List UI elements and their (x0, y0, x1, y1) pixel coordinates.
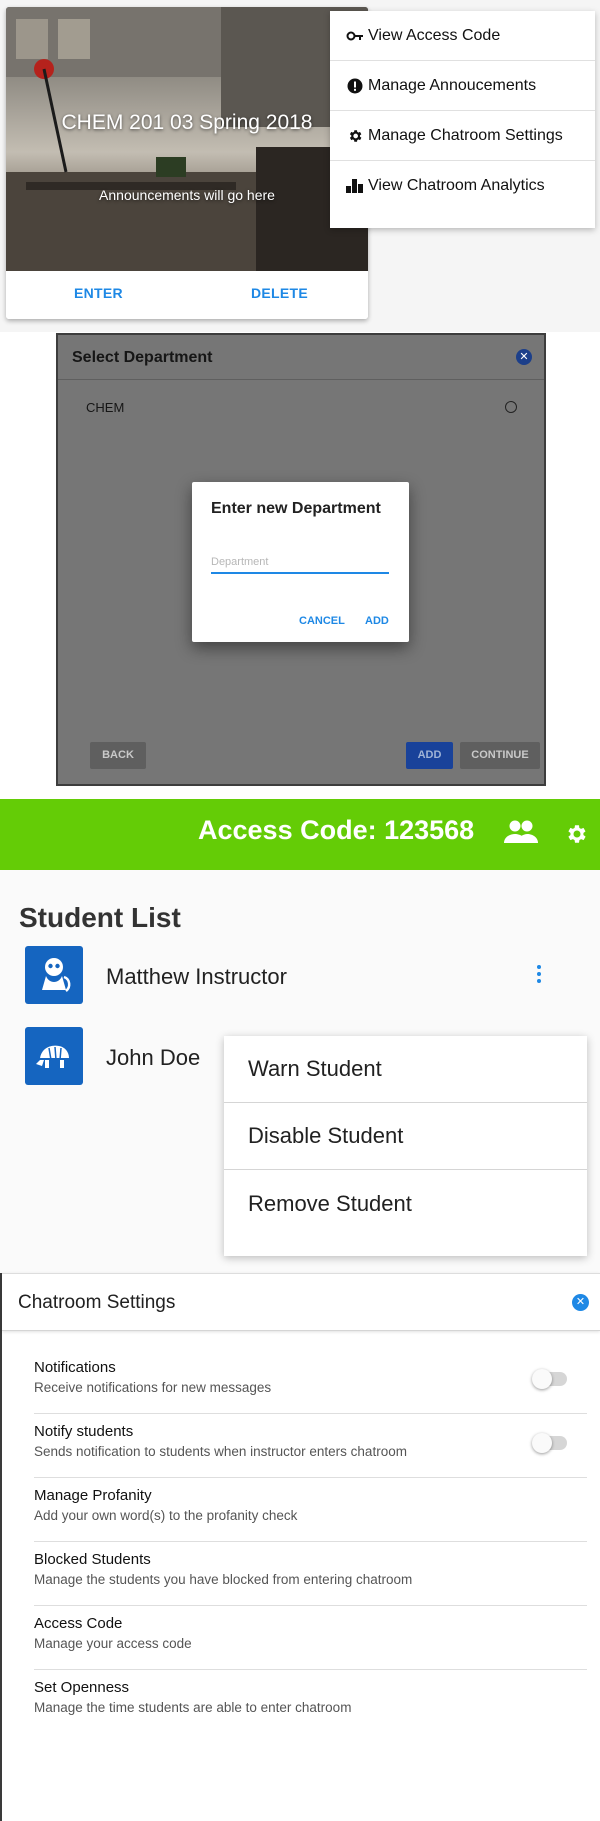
card-actions: ENTER DELETE (6, 271, 368, 319)
menu-item-view-access-code[interactable]: View Access Code (330, 11, 595, 61)
setting-subtitle: Sends notification to students when inst… (34, 1444, 407, 1459)
add-department-button[interactable]: ADD (365, 615, 389, 627)
toggle-knob (532, 1433, 552, 1453)
chatroom-settings-panel: Chatroom Settings ✕ Notifications Receiv… (0, 1273, 600, 1821)
setting-subtitle: Manage your access code (34, 1636, 192, 1651)
toggle-knob (532, 1369, 552, 1389)
setting-title: Notifications (34, 1359, 116, 1376)
student-options-menu: Warn Student Disable Student Remove Stud… (224, 1036, 587, 1256)
key-icon (346, 27, 364, 45)
top-bar: Access Code: 123568 (0, 799, 600, 870)
menu-item-view-chatroom-analytics[interactable]: View Chatroom Analytics (330, 161, 595, 211)
page-title: Student List (19, 902, 181, 933)
setting-set-openness[interactable]: Set Openness Manage the time students ar… (34, 1670, 587, 1734)
notify-students-toggle[interactable] (532, 1433, 567, 1453)
menu-item-label: Manage Annoucements (368, 76, 537, 94)
more-vert-icon[interactable] (532, 964, 546, 984)
settings-header: Chatroom Settings ✕ (2, 1273, 600, 1331)
setting-title: Notify students (34, 1423, 134, 1440)
dialog-title: Enter new Department (211, 500, 381, 517)
menu-item-manage-chatroom-settings[interactable]: Manage Chatroom Settings (330, 111, 595, 161)
setting-subtitle: Manage the time students are able to ent… (34, 1700, 352, 1715)
notifications-toggle[interactable] (532, 1369, 567, 1389)
close-icon[interactable]: ✕ (516, 349, 532, 365)
lemur-avatar-icon (25, 946, 83, 1004)
modal-title: Select Department (72, 349, 213, 366)
close-icon[interactable]: ✕ (572, 1294, 589, 1311)
enter-button[interactable]: ENTER (74, 285, 123, 301)
back-button[interactable]: BACK (90, 742, 146, 769)
disable-student-item[interactable]: Disable Student (224, 1103, 587, 1170)
setting-subtitle: Receive notifications for new messages (34, 1380, 272, 1395)
setting-subtitle: Manage the students you have blocked fro… (34, 1572, 413, 1587)
remove-student-item[interactable]: Remove Student (224, 1170, 587, 1237)
setting-subtitle: Add your own word(s) to the profanity ch… (34, 1508, 298, 1523)
department-option-label: CHEM (86, 400, 125, 415)
department-radio[interactable] (505, 401, 517, 413)
setting-title: Access Code (34, 1615, 123, 1632)
warn-student-item[interactable]: Warn Student (224, 1036, 587, 1103)
setting-notifications[interactable]: Notifications Receive notifications for … (34, 1350, 587, 1414)
announcement-text: Announcements will go here (99, 187, 275, 203)
setting-manage-profanity[interactable]: Manage Profanity Add your own word(s) to… (34, 1478, 587, 1542)
student-name[interactable]: John Doe (106, 1045, 200, 1071)
student-list-screen: Access Code: 123568 Student List Matthew… (0, 799, 600, 1273)
setting-title: Set Openness (34, 1679, 130, 1696)
select-department-modal: Select Department ✕ CHEM Enter new Depar… (56, 333, 546, 786)
menu-item-label: View Chatroom Analytics (368, 177, 545, 194)
setting-title: Blocked Students (34, 1551, 151, 1568)
course-card: CHEM 201 03 Spring 2018 Announcements wi… (6, 7, 368, 319)
armadillo-avatar-icon (25, 1027, 83, 1085)
setting-title: Manage Profanity (34, 1487, 152, 1504)
menu-item-label: View Access Code (368, 26, 501, 44)
modal-header: Select Department ✕ (58, 335, 544, 380)
delete-button[interactable]: DELETE (251, 285, 308, 301)
bar-chart-icon (346, 177, 364, 195)
department-input[interactable] (211, 552, 389, 574)
student-name[interactable]: Matthew Instructor (106, 964, 287, 990)
gear-icon[interactable] (564, 822, 588, 851)
setting-access-code[interactable]: Access Code Manage your access code (34, 1606, 587, 1670)
course-screen: CHEM 201 03 Spring 2018 Announcements wi… (0, 0, 600, 332)
course-title: CHEM 201 03 Spring 2018 (61, 111, 313, 134)
cancel-button[interactable]: CANCEL (299, 615, 345, 627)
menu-item-label: Manage Chatroom Settings (368, 126, 563, 144)
access-code-label[interactable]: Access Code: 123568 (198, 815, 474, 846)
gear-icon (346, 127, 364, 145)
setting-notify-students[interactable]: Notify students Sends notification to st… (34, 1414, 587, 1478)
alert-circle-icon (346, 77, 364, 95)
menu-item-manage-announcements[interactable]: Manage Annoucements (330, 61, 595, 111)
office-photo (6, 7, 368, 271)
people-icon[interactable] (504, 819, 538, 850)
course-cover-image: CHEM 201 03 Spring 2018 Announcements wi… (6, 7, 368, 271)
course-options-menu: View Access Code Manage Annoucements Man… (330, 11, 595, 228)
settings-title: Chatroom Settings (18, 1292, 176, 1313)
continue-button[interactable]: CONTINUE (460, 742, 540, 769)
add-button[interactable]: ADD (406, 742, 453, 769)
setting-blocked-students[interactable]: Blocked Students Manage the students you… (34, 1542, 587, 1606)
new-department-dialog: Enter new Department CANCEL ADD (192, 482, 409, 642)
